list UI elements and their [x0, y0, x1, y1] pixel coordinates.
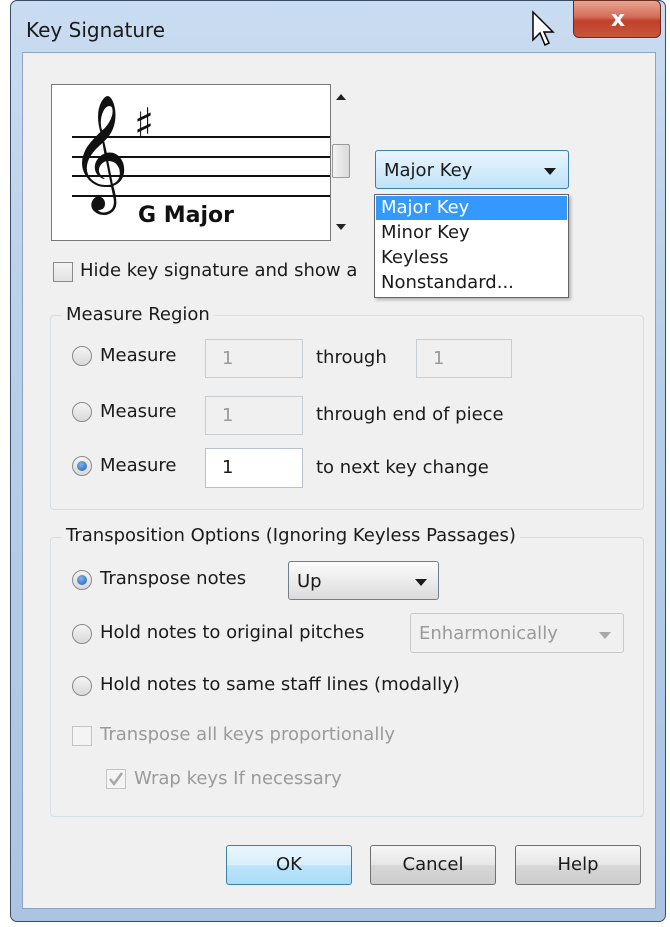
key-scrollbar[interactable] [331, 84, 351, 241]
hold-original-pitches-radio[interactable] [72, 624, 92, 644]
sharp-icon: ♯ [134, 99, 155, 148]
wrap-keys-label: Wrap keys If necessary [134, 768, 342, 789]
key-name-label: G Major [132, 203, 240, 228]
scroll-up-icon[interactable] [336, 94, 346, 100]
transpose-all-keys-label: Transpose all keys proportionally [100, 724, 395, 745]
scroll-down-icon[interactable] [336, 224, 346, 230]
transpose-notes-radio[interactable] [72, 570, 92, 590]
transpose-direction-value: Up [297, 571, 322, 592]
transpose-all-keys-checkbox[interactable] [72, 726, 92, 746]
transposition-title: Transposition Options (Ignoring Keyless … [62, 525, 520, 546]
checkmark-icon [109, 772, 124, 787]
scroll-thumb[interactable] [332, 144, 350, 178]
close-button[interactable]: x [573, 0, 661, 38]
hold-original-pitches-label: Hold notes to original pitches [100, 622, 365, 643]
close-icon: x [610, 7, 626, 32]
transpose-direction-select[interactable]: Up [288, 561, 439, 600]
window-title: Key Signature [26, 18, 166, 42]
measure-to-next-key-radio[interactable] [72, 456, 92, 476]
measure-range-label: Measure [100, 345, 177, 366]
measure-region-title: Measure Region [62, 304, 214, 325]
treble-clef-icon: 𝄞 [70, 93, 130, 210]
enharmonic-method-value: Enharmonically [419, 623, 558, 644]
wrap-keys-checkbox[interactable] [106, 769, 126, 789]
dropdown-option-major-key[interactable]: Major Key [376, 196, 567, 220]
key-type-dropdown: Major Key Minor Key Keyless Nonstandard.… [374, 194, 569, 298]
measure-to-end-suffix: through end of piece [316, 404, 504, 425]
key-type-select[interactable]: Major Key [375, 150, 569, 189]
measure-range-start-input[interactable]: 1 [205, 339, 303, 378]
measure-to-end-label: Measure [100, 401, 177, 422]
key-preview: 𝄞 ♯ G Major [51, 84, 331, 241]
measure-to-end-input[interactable]: 1 [205, 396, 303, 435]
measure-to-next-key-suffix: to next key change [316, 457, 489, 478]
measure-range-through-label: through [316, 347, 387, 368]
enharmonic-method-select[interactable]: Enharmonically [410, 613, 624, 653]
hide-key-signature-checkbox[interactable] [53, 262, 73, 282]
chevron-down-icon [544, 168, 556, 175]
measure-to-next-key-label: Measure [100, 455, 177, 476]
cancel-button[interactable]: Cancel [370, 845, 496, 885]
dropdown-option-keyless[interactable]: Keyless [376, 246, 567, 270]
hold-staff-lines-label: Hold notes to same staff lines (modally) [100, 674, 460, 695]
ok-button[interactable]: OK [226, 845, 352, 885]
help-button[interactable]: Help [515, 845, 641, 885]
dropdown-option-minor-key[interactable]: Minor Key [376, 221, 567, 245]
mouse-cursor-icon [532, 10, 555, 47]
chevron-down-icon [415, 579, 427, 586]
dropdown-option-nonstandard[interactable]: Nonstandard... [376, 271, 567, 295]
measure-to-end-radio[interactable] [72, 402, 92, 422]
measure-range-end-input[interactable]: 1 [416, 339, 512, 378]
measure-range-radio[interactable] [72, 346, 92, 366]
hold-staff-lines-radio[interactable] [72, 676, 92, 696]
hide-key-signature-label: Hide key signature and show a [80, 260, 358, 281]
chevron-down-icon [599, 632, 611, 639]
transpose-notes-label: Transpose notes [100, 568, 247, 589]
measure-to-next-key-input[interactable]: 1 [205, 448, 303, 488]
key-type-value: Major Key [384, 160, 473, 181]
